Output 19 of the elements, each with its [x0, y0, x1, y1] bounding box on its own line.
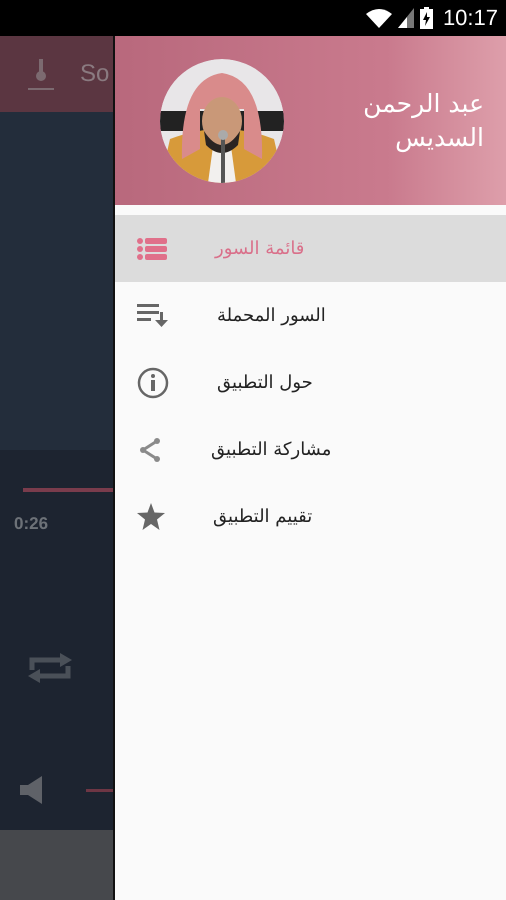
drawer-item[interactable]: مشاركة التطبيق [115, 416, 506, 483]
toolbar-title: So [80, 60, 110, 88]
drawer-item[interactable]: حول التطبيق [115, 349, 506, 416]
sort-download-icon [137, 304, 169, 328]
list-icon [137, 238, 167, 260]
star-icon [137, 503, 165, 530]
share-icon [137, 436, 163, 464]
elapsed-time: 0:26 [14, 514, 48, 534]
signal-icon [398, 8, 414, 28]
drawer-item[interactable]: تقييم التطبيق [115, 483, 506, 550]
repeat-icon[interactable] [28, 652, 72, 684]
reciter-name: عبد الرحمن السديس [363, 88, 484, 154]
clock: 10:17 [442, 5, 498, 31]
download-icon [28, 57, 54, 92]
info-icon [137, 366, 169, 398]
speaker-icon[interactable] [20, 776, 42, 804]
battery-icon [420, 7, 433, 29]
wifi-icon [366, 8, 392, 28]
drawer-item[interactable]: السور المحملة [115, 282, 506, 349]
